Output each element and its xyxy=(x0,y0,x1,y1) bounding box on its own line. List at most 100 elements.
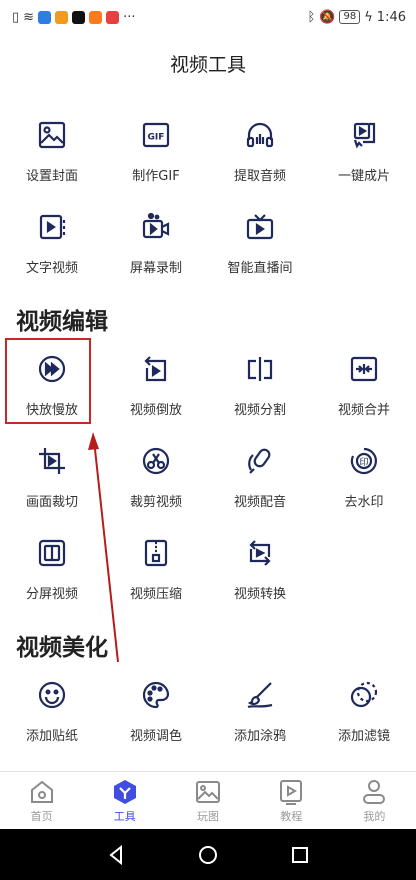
tool-label: 视频压缩 xyxy=(129,587,182,602)
compress-icon xyxy=(139,536,173,570)
tool-label: 去水印 xyxy=(344,495,384,510)
profile-icon xyxy=(363,779,386,804)
tool-make-gif[interactable]: GIF 制作GIF xyxy=(104,118,208,198)
tool-one-click[interactable]: 一键成片 xyxy=(312,118,416,198)
system-nav-bar xyxy=(0,829,416,880)
screen-record-icon xyxy=(139,210,173,244)
bluetooth-icon: ᛒ xyxy=(307,9,316,25)
nav-label: 玩图 xyxy=(197,809,219,823)
status-right: ᛒ 🔕 98 ϟ 1:46 xyxy=(307,10,406,25)
tool-label: 智能直播间 xyxy=(227,261,293,276)
text-video-icon xyxy=(35,210,69,244)
nav-label: 我的 xyxy=(363,809,386,823)
tool-reverse[interactable]: 视频倒放 xyxy=(104,352,208,432)
mute-icon: 🔕 xyxy=(319,9,336,25)
tool-label: 屏幕录制 xyxy=(129,261,182,276)
clock: 1:46 xyxy=(376,9,406,25)
section-title-edit: 视频编辑 xyxy=(16,309,108,335)
tool-split[interactable]: 视频分割 xyxy=(208,352,312,432)
tool-label: 视频倒放 xyxy=(129,403,182,418)
status-left: ▯ ≋ ··· xyxy=(12,10,135,25)
split-screen-icon xyxy=(35,536,69,570)
picture-icon xyxy=(196,780,220,803)
nav-label: 工具 xyxy=(113,809,136,823)
sim-icon: ▯ xyxy=(12,9,20,25)
sticker-icon xyxy=(35,678,69,712)
tool-label: 提取音频 xyxy=(233,169,286,184)
tool-set-cover[interactable]: 设置封面 xyxy=(0,118,104,198)
section-title-beautify: 视频美化 xyxy=(16,635,108,661)
tutorial-icon xyxy=(280,779,303,805)
back-icon[interactable] xyxy=(105,844,127,866)
recents-icon[interactable] xyxy=(289,844,311,866)
nav-tutorial[interactable]: 教程 xyxy=(250,772,333,829)
nav-tools[interactable]: 工具 xyxy=(83,772,166,829)
wifi-icon: ≋ xyxy=(23,9,35,25)
tool-label: 视频转换 xyxy=(233,587,286,602)
tool-filter[interactable]: 添加滤镜 xyxy=(312,678,416,758)
tiktok-icon xyxy=(72,10,86,24)
svg-text:印: 印 xyxy=(359,456,368,468)
tool-color-grade[interactable]: 视频调色 xyxy=(104,678,208,758)
highlight-box xyxy=(5,338,91,424)
gif-icon: GIF xyxy=(139,118,173,152)
home-icon xyxy=(30,780,53,803)
tool-smart-live[interactable]: 智能直播间 xyxy=(208,210,312,290)
nav-picture[interactable]: 玩图 xyxy=(166,772,249,829)
battery-indicator: 98 xyxy=(339,10,361,24)
tool-label: 添加涂鸦 xyxy=(233,729,286,744)
home-circle-icon[interactable] xyxy=(197,844,219,866)
live-tv-icon xyxy=(243,210,277,244)
tool-label: 视频调色 xyxy=(129,729,182,744)
tool-label: 文字视频 xyxy=(25,261,78,276)
tool-label: 视频配音 xyxy=(233,495,286,510)
app-icon-red xyxy=(106,10,120,24)
tool-label: 视频合并 xyxy=(337,403,390,418)
tool-merge[interactable]: 视频合并 xyxy=(312,352,416,432)
tool-trim[interactable]: 裁剪视频 xyxy=(104,444,208,524)
palette-icon xyxy=(139,678,173,712)
tool-label: 分屏视频 xyxy=(25,587,78,602)
tool-label: 添加滤镜 xyxy=(337,729,390,744)
nav-label: 教程 xyxy=(280,809,303,823)
scissors-icon xyxy=(139,444,173,478)
tool-text-video[interactable]: 文字视频 xyxy=(0,210,104,290)
more-notifications: ··· xyxy=(123,9,136,25)
microphone-icon xyxy=(243,444,277,478)
video-app-icon xyxy=(89,10,103,24)
tool-compress[interactable]: 视频压缩 xyxy=(104,536,208,616)
tool-extract-audio[interactable]: 提取音频 xyxy=(208,118,312,198)
tool-sticker[interactable]: 添加贴纸 xyxy=(0,678,104,758)
tool-dub[interactable]: 视频配音 xyxy=(208,444,312,524)
image-cover-icon xyxy=(35,118,69,152)
tool-label: 画面裁切 xyxy=(25,495,78,510)
tool-split-screen[interactable]: 分屏视频 xyxy=(0,536,104,616)
split-icon xyxy=(243,352,277,386)
svg-text:GIF: GIF xyxy=(148,133,165,143)
nav-label: 首页 xyxy=(30,809,53,823)
tool-label: 设置封面 xyxy=(25,169,78,184)
tool-remove-watermark[interactable]: 印 去水印 xyxy=(312,444,416,524)
headphones-icon xyxy=(243,118,277,152)
nav-home[interactable]: 首页 xyxy=(0,772,83,829)
convert-icon xyxy=(243,536,277,570)
nav-profile[interactable]: 我的 xyxy=(333,772,416,829)
reverse-play-icon xyxy=(139,352,173,386)
app-icon-blue xyxy=(38,10,52,24)
crop-icon xyxy=(35,444,69,478)
tools-icon xyxy=(113,779,136,804)
tool-label: 一键成片 xyxy=(337,169,390,184)
filter-icon xyxy=(347,678,381,712)
tool-label: 裁剪视频 xyxy=(129,495,182,510)
tool-label: 添加贴纸 xyxy=(25,729,78,744)
tool-graffiti[interactable]: 添加涂鸦 xyxy=(208,678,312,758)
tool-screen-record[interactable]: 屏幕录制 xyxy=(104,210,208,290)
charging-icon: ϟ xyxy=(364,9,373,25)
status-bar: ▯ ≋ ··· ᛒ 🔕 98 ϟ 1:46 xyxy=(0,0,416,34)
app-icon-orange xyxy=(55,10,69,24)
play-pointer-icon xyxy=(347,118,381,152)
tool-convert[interactable]: 视频转换 xyxy=(208,536,312,616)
tool-crop[interactable]: 画面裁切 xyxy=(0,444,104,524)
page-title: 视频工具 xyxy=(169,54,246,76)
merge-icon xyxy=(347,352,381,386)
